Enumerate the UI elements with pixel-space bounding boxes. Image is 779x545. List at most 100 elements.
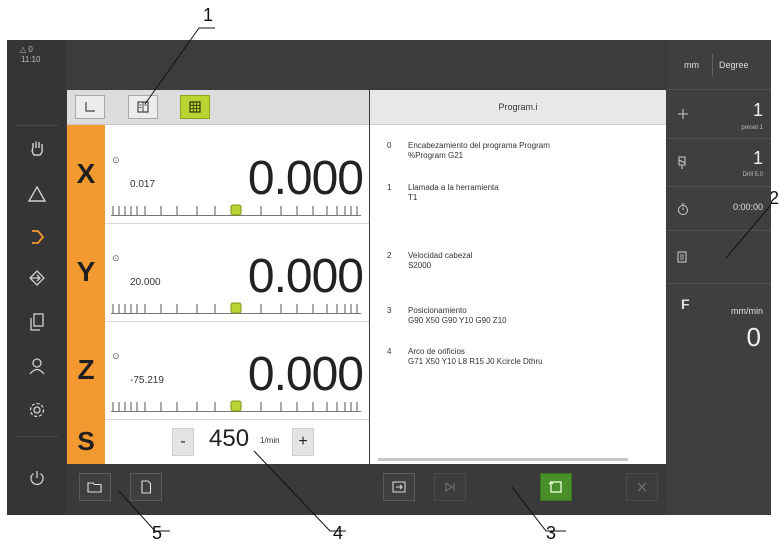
- program-step-number: 2: [387, 251, 392, 260]
- sidebar-item-manual-operation[interactable]: [7, 128, 66, 168]
- status-indicator: △ 0: [20, 45, 33, 54]
- program-step-number: 3: [387, 306, 392, 315]
- program-panel: Program.i 0 Encabezamiento del programa …: [370, 90, 666, 464]
- open-program-button[interactable]: [79, 473, 111, 501]
- arrow-in-icon: [28, 270, 45, 286]
- new-program-button[interactable]: [130, 473, 162, 501]
- program-step[interactable]: 1 Llamada a la herramienta T1: [370, 183, 666, 223]
- cancel-button[interactable]: [626, 473, 658, 501]
- axis-row-z[interactable]: Z ⊙ -75.219 0.000: [67, 321, 369, 420]
- clock: 11:10: [21, 55, 41, 64]
- calculator-icon: [677, 251, 687, 263]
- document-icon: [141, 480, 152, 494]
- callout-5: 5: [152, 523, 163, 543]
- axis-position-value: 0.000: [247, 152, 364, 205]
- power-icon: [29, 471, 44, 485]
- machine-screen: △ 0 11:10 X ⊙ 0.017 0.000 Y ⊙ 20.000 0.0…: [7, 40, 771, 515]
- sidebar-item-user-login[interactable]: [7, 346, 66, 386]
- timer-row[interactable]: 0:00:00: [667, 187, 771, 231]
- callout-4: 4: [333, 523, 344, 543]
- unit-divider: [712, 54, 713, 76]
- view-split-button[interactable]: [128, 95, 158, 119]
- grid-view-icon: [189, 101, 201, 113]
- program-step[interactable]: 4 Arco de orificios G71 X50 Y10 L8 R15 J…: [370, 347, 666, 387]
- reference-pin-icon: ⊙: [112, 253, 120, 263]
- axis-position-value: 0.000: [247, 348, 364, 401]
- program-step-title: Posicionamiento: [408, 306, 467, 315]
- spindle-increase-button[interactable]: +: [292, 428, 314, 456]
- program-step-code: T1: [408, 193, 418, 202]
- triangle-icon: [27, 185, 46, 202]
- program-step[interactable]: 3 Posicionamiento G90 X50 G90 Y10 G90 Z1…: [370, 306, 666, 346]
- program-scrollbar[interactable]: [378, 458, 628, 461]
- calculator-row[interactable]: [667, 231, 771, 284]
- feed-value: 0: [746, 322, 761, 352]
- sidebar-item-program-run[interactable]: [7, 217, 66, 257]
- spindle-decrease-button[interactable]: -: [172, 428, 194, 456]
- axis-remaining-distance: 0.017: [130, 179, 156, 190]
- tool-row[interactable]: 1 Drill 5.0: [667, 139, 771, 187]
- documents-icon: [29, 313, 44, 331]
- sidebar-item-power[interactable]: [7, 458, 66, 498]
- spindle-unit: 1/min: [260, 436, 280, 445]
- reference-pin-icon: ⊙: [112, 351, 120, 361]
- position-ruler: [111, 204, 361, 216]
- sidebar-item-settings[interactable]: [7, 390, 66, 430]
- sidebar-item-programming[interactable]: [7, 258, 66, 298]
- preset-label: preset 1: [741, 125, 763, 131]
- sidebar-item-file-management[interactable]: [7, 302, 66, 342]
- program-step-title: Arco de orificios: [408, 347, 465, 356]
- axis-remaining-distance: 20.000: [130, 277, 161, 288]
- stopwatch-icon: [678, 203, 688, 215]
- program-step-number: 0: [387, 141, 392, 150]
- axis-row-y[interactable]: Y ⊙ 20.000 0.000: [67, 223, 369, 322]
- program-step-title: Encabezamiento del programa Program: [408, 141, 550, 150]
- main-menu-sidebar: △ 0 11:10: [7, 40, 66, 515]
- single-block-button[interactable]: [383, 473, 415, 501]
- program-step-code: S2000: [408, 261, 432, 270]
- view-toolbar: [67, 90, 369, 125]
- units-row[interactable]: mm Degree: [667, 40, 771, 90]
- feed-letter: F: [681, 296, 690, 312]
- spindle-letter: S: [67, 418, 105, 464]
- preset-icon: [678, 109, 688, 119]
- feed-unit: mm/min: [731, 306, 763, 316]
- top-bar: [66, 40, 671, 89]
- program-step-code: %Program G21: [408, 151, 464, 160]
- status-panel: mm Degree 1 preset 1 1 Drill 5.0 0:00:00…: [667, 40, 771, 515]
- axis-remaining-distance: -75.219: [130, 375, 164, 386]
- reference-pin-icon: ⊙: [112, 155, 120, 165]
- sidebar-item-mdi[interactable]: [7, 174, 66, 214]
- tool-value: 1: [752, 148, 763, 168]
- tool-label: Drill 5.0: [742, 172, 763, 178]
- position-ruler: [111, 400, 361, 412]
- preset-row[interactable]: 1 preset 1: [667, 90, 771, 139]
- view-coordinates-button[interactable]: [75, 95, 105, 119]
- program-step-number: 1: [387, 183, 392, 192]
- axis-position-value: 0.000: [247, 250, 364, 303]
- program-step-code: G71 X50 Y10 L8 R15 J0 Kcircle Dthru: [408, 357, 543, 366]
- unit-angle: Degree: [719, 60, 749, 70]
- next-step-button[interactable]: [434, 473, 466, 501]
- callout-3: 3: [546, 523, 557, 543]
- axes-view-icon: [85, 102, 95, 112]
- axis-row-x[interactable]: X ⊙ 0.017 0.000: [67, 125, 369, 224]
- close-icon: [637, 482, 647, 492]
- preset-value: 1: [752, 100, 763, 120]
- program-step[interactable]: 2 Velocidad cabezal S2000: [370, 251, 666, 291]
- callout-1: 1: [203, 5, 214, 25]
- program-step[interactable]: 0 Encabezamiento del programa Program %P…: [370, 141, 666, 181]
- program-step-number: 4: [387, 347, 392, 356]
- program-step-title: Velocidad cabezal: [408, 251, 473, 260]
- auto-run-button[interactable]: [540, 473, 572, 501]
- timer-value: 0:00:00: [732, 202, 763, 212]
- view-grid-button[interactable]: [180, 95, 210, 119]
- program-step-title: Llamada a la herramienta: [408, 183, 499, 192]
- feed-row[interactable]: F mm/min 0: [667, 284, 771, 364]
- gear-icon: [29, 402, 44, 418]
- hand-icon: [31, 141, 43, 156]
- axis-letter: X: [67, 125, 105, 223]
- user-icon: [28, 358, 45, 375]
- bottom-toolbar: [66, 464, 667, 515]
- arrow-right-icon: [31, 230, 44, 244]
